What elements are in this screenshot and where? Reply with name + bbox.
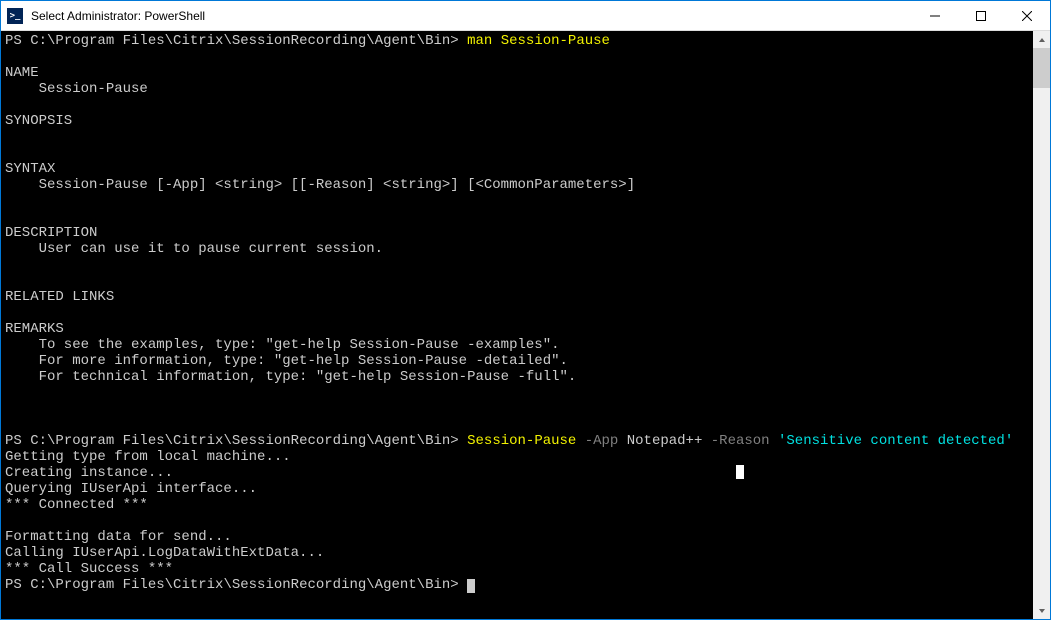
prompt-path: C:\Program Files\Citrix\SessionRecording… <box>30 577 450 593</box>
prompt-suffix: > <box>450 577 467 593</box>
command-arg: 'Sensitive content detected' <box>778 433 1013 449</box>
help-desc-header: DESCRIPTION <box>5 225 97 241</box>
text-cursor <box>467 579 475 593</box>
command-name: Session-Pause <box>467 433 576 449</box>
help-remarks-line: For more information, type: "get-help Se… <box>5 353 568 369</box>
command-text: man Session-Pause <box>467 33 610 49</box>
output-line: Getting type from local machine... <box>5 449 291 465</box>
output-line: Calling IUserApi.LogDataWithExtData... <box>5 545 324 561</box>
command-flag: -App <box>576 433 626 449</box>
prompt-path: C:\Program Files\Citrix\SessionRecording… <box>30 433 450 449</box>
scroll-up-button[interactable] <box>1033 31 1050 48</box>
help-related-header: RELATED LINKS <box>5 289 114 305</box>
output-line: Creating instance... <box>5 465 173 481</box>
prompt-prefix: PS <box>5 33 30 49</box>
help-syntax-header: SYNTAX <box>5 161 55 177</box>
window-buttons <box>912 1 1050 30</box>
scrollbar-thumb[interactable] <box>1033 48 1050 88</box>
help-remarks-line: For technical information, type: "get-he… <box>5 369 576 385</box>
help-remarks-line: To see the examples, type: "get-help Ses… <box>5 337 560 353</box>
help-name-header: NAME <box>5 65 39 81</box>
powershell-icon: >_ <box>7 8 23 24</box>
maximize-button[interactable] <box>958 1 1004 30</box>
close-button[interactable] <box>1004 1 1050 30</box>
scrollbar-track[interactable] <box>1033 48 1050 602</box>
prompt-suffix: > <box>450 433 467 449</box>
prompt-prefix: PS <box>5 577 30 593</box>
help-name-line: Session-Pause <box>5 81 148 97</box>
scroll-down-button[interactable] <box>1033 602 1050 619</box>
help-desc-line: User can use it to pause current session… <box>5 241 383 257</box>
prompt-suffix: > <box>450 33 467 49</box>
prompt-path: C:\Program Files\Citrix\SessionRecording… <box>30 33 450 49</box>
selection-cursor <box>736 465 744 479</box>
help-syntax-line: Session-Pause [-App] <string> [[-Reason]… <box>5 177 635 193</box>
prompt-prefix: PS <box>5 433 30 449</box>
window-title: Select Administrator: PowerShell <box>29 9 912 23</box>
help-remarks-header: REMARKS <box>5 321 64 337</box>
output-line: Querying IUserApi interface... <box>5 481 257 497</box>
help-synopsis-header: SYNOPSIS <box>5 113 72 129</box>
window-titlebar: >_ Select Administrator: PowerShell <box>1 1 1050 31</box>
output-line: *** Connected *** <box>5 497 148 513</box>
command-flag: -Reason <box>702 433 778 449</box>
command-arg: Notepad++ <box>627 433 703 449</box>
output-line: Formatting data for send... <box>5 529 232 545</box>
output-line: *** Call Success *** <box>5 561 173 577</box>
terminal-output[interactable]: PS C:\Program Files\Citrix\SessionRecord… <box>1 31 1033 619</box>
minimize-button[interactable] <box>912 1 958 30</box>
vertical-scrollbar[interactable] <box>1033 31 1050 619</box>
